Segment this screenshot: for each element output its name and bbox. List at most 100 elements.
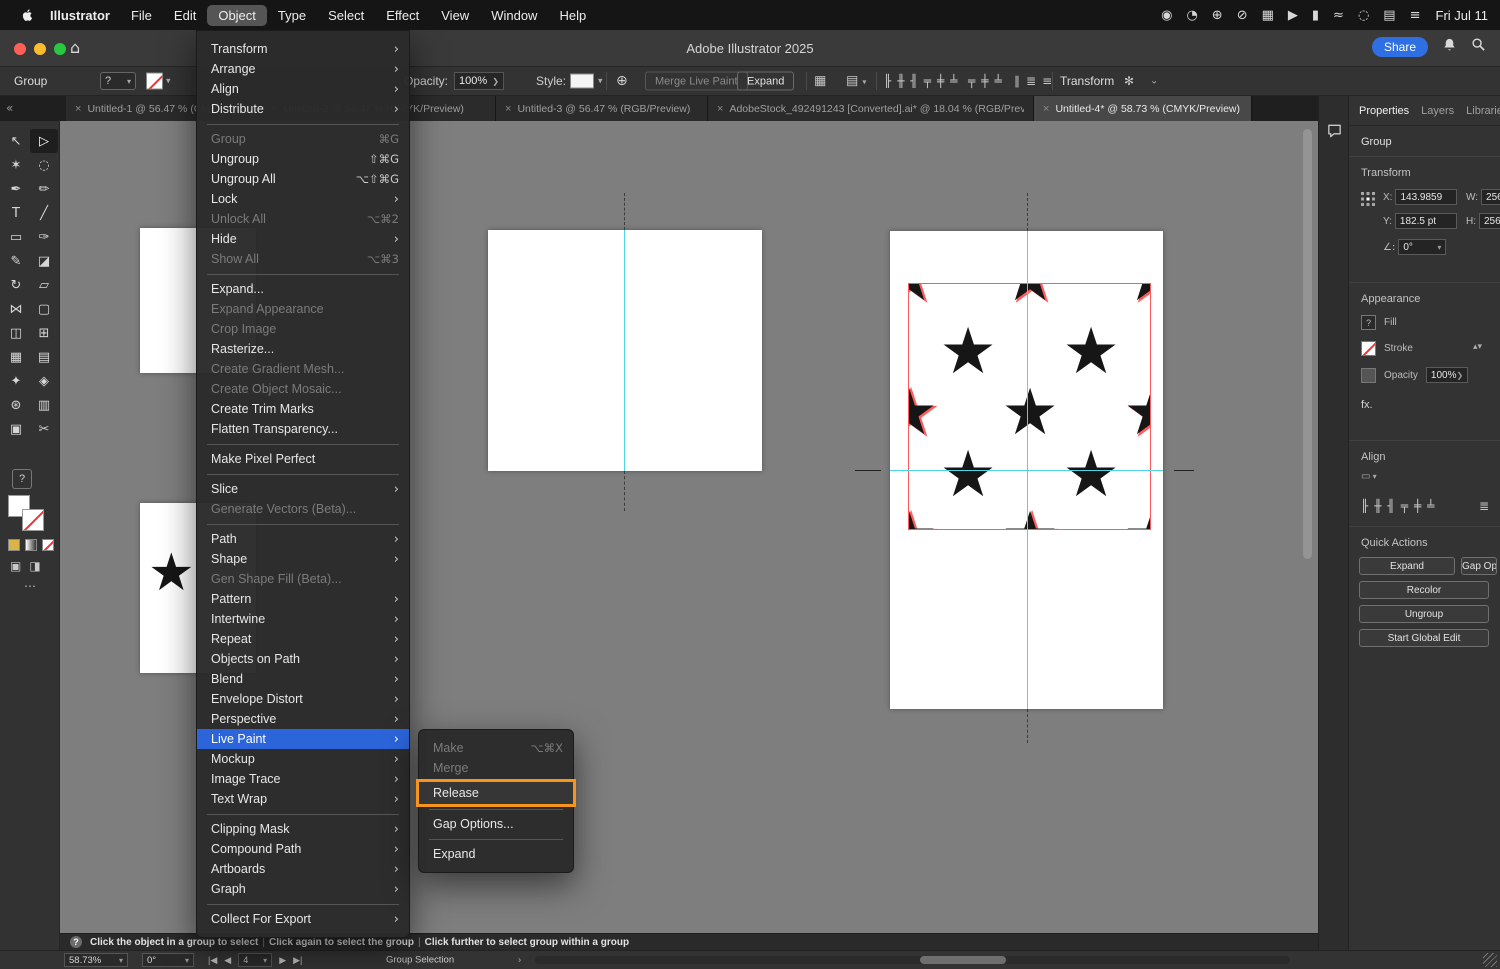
menu-item-flatten-transparency[interactable]: Flatten Transparency... xyxy=(197,419,409,439)
draw-normal-icon[interactable]: ▣ xyxy=(10,559,21,573)
column-graph-tool[interactable]: ▥ xyxy=(30,393,58,417)
control-center-icon[interactable]: ▤ xyxy=(1383,8,1395,23)
panel-tab-layers[interactable]: Layers xyxy=(1421,105,1454,117)
distribute-spacing-icon[interactable]: ≡ xyxy=(1042,74,1052,88)
selection-tool[interactable]: ↖ xyxy=(2,129,30,153)
menu-item-make-pixel-perfect[interactable]: Make Pixel Perfect xyxy=(197,449,409,469)
menu-item-repeat[interactable]: Repeat› xyxy=(197,629,409,649)
menu-item-align[interactable]: Align› xyxy=(197,79,409,99)
menu-item-rasterize[interactable]: Rasterize... xyxy=(197,339,409,359)
blend-tool[interactable]: ◈ xyxy=(30,369,58,393)
menu-item-distribute[interactable]: Distribute› xyxy=(197,99,409,119)
star-shape[interactable]: ★ xyxy=(1123,504,1151,530)
star-shape[interactable]: ★ xyxy=(1001,381,1058,445)
menu-item-collect-for-export[interactable]: Collect For Export› xyxy=(197,909,409,929)
menu-item-image-trace[interactable]: Image Trace› xyxy=(197,769,409,789)
previous-artboard-icon[interactable]: ◀ xyxy=(224,955,231,966)
document-tab-untitled-3[interactable]: ×Untitled-3 @ 56.47 % (RGB/Preview) xyxy=(496,96,708,121)
align-h-center-icon[interactable]: ╫ xyxy=(1374,499,1381,513)
reference-point-icon[interactable] xyxy=(1360,191,1376,212)
check-circle-icon[interactable]: ⊘ xyxy=(1237,8,1248,23)
menu-item-transform[interactable]: Transform› xyxy=(197,39,409,59)
star-shape[interactable]: ★ xyxy=(1062,320,1119,384)
collapse-panel-icon[interactable]: « xyxy=(6,101,13,115)
align-left-icon[interactable]: ╟ xyxy=(884,74,891,88)
next-artboard-icon[interactable]: ▶ xyxy=(279,955,286,966)
quick-action-ungroup[interactable]: Ungroup xyxy=(1359,605,1489,623)
distribute-vertical-icon[interactable]: ≣ xyxy=(1026,74,1036,88)
fx-button[interactable]: fx. xyxy=(1361,399,1373,411)
opacity-input[interactable]: 100% ❯ xyxy=(454,72,504,90)
scale-tool[interactable]: ▱ xyxy=(30,273,58,297)
rotation-dropdown[interactable]: 0° ▾ xyxy=(142,953,194,967)
menu-item-compound-path[interactable]: Compound Path› xyxy=(197,839,409,859)
quick-action-recolor[interactable]: Recolor xyxy=(1359,581,1489,599)
star-shape[interactable]: ★ xyxy=(1062,443,1119,507)
star-shape[interactable]: ★ xyxy=(908,504,938,530)
color-swatch[interactable] xyxy=(8,539,20,551)
artboard-number-dropdown[interactable]: 4 ▾ xyxy=(238,953,272,967)
help-dropdown[interactable]: ? ▾ xyxy=(100,72,136,90)
paintbrush-tool[interactable]: ✑ xyxy=(30,225,58,249)
document-tab-untitled-4[interactable]: ×Untitled-4* @ 58.73 % (CMYK/Preview) xyxy=(1034,96,1252,121)
align-v-center-icon[interactable]: ╪ xyxy=(937,74,944,88)
lasso-tool[interactable]: ◌ xyxy=(30,153,58,177)
expand-button[interactable]: Expand xyxy=(737,72,794,91)
app-switcher-icon[interactable]: ≡ xyxy=(1410,8,1421,23)
stroke-color-swatch[interactable] xyxy=(146,73,163,90)
magic-wand-tool[interactable]: ✶ xyxy=(2,153,30,177)
type-tool[interactable]: T xyxy=(2,201,30,225)
chevron-right-icon[interactable]: › xyxy=(518,955,521,966)
align-top-icon[interactable]: ╤ xyxy=(1401,499,1408,513)
slice-tool[interactable]: ✂ xyxy=(30,417,58,441)
align-h-center-icon[interactable]: ╫ xyxy=(897,74,904,88)
star-shape[interactable]: ★ xyxy=(908,381,938,445)
edit-toolbar-ellipsis-icon[interactable]: ⋯ xyxy=(24,579,36,593)
align-top-icon[interactable]: ╤ xyxy=(968,74,975,88)
align-right-icon[interactable]: ╢ xyxy=(910,74,917,88)
align-to-dropdown[interactable]: ▭ ▾ xyxy=(1361,471,1377,482)
notifications-bell-icon[interactable] xyxy=(1442,37,1457,57)
opacity-swatch[interactable] xyxy=(1361,368,1376,383)
align-v-center-icon[interactable]: ╪ xyxy=(1414,499,1421,513)
menu-item-blend[interactable]: Blend› xyxy=(197,669,409,689)
gradient-tool[interactable]: ▤ xyxy=(30,345,58,369)
distribute-icon[interactable]: ≣ xyxy=(1479,499,1489,513)
distribute-horizontal-icon[interactable]: ∥ xyxy=(1014,74,1020,88)
menu-item-mockup[interactable]: Mockup› xyxy=(197,749,409,769)
menu-item-text-wrap[interactable]: Text Wrap› xyxy=(197,789,409,809)
submenu-item-expand[interactable]: Expand xyxy=(419,844,573,864)
quick-action-gap-options[interactable]: Gap Options xyxy=(1461,557,1497,575)
chevron-down-icon[interactable]: ⌄ xyxy=(1150,76,1158,87)
search-icon[interactable] xyxy=(1471,37,1486,57)
apple-logo-icon[interactable] xyxy=(20,7,34,23)
quick-action-expand[interactable]: Expand xyxy=(1359,557,1455,575)
menu-item-create-trim-marks[interactable]: Create Trim Marks xyxy=(197,399,409,419)
menubar-item-view[interactable]: View xyxy=(430,5,480,26)
zoom-level-dropdown[interactable]: 58.73% ▾ xyxy=(64,953,128,967)
menubar-item-object[interactable]: Object xyxy=(207,5,267,26)
y-input[interactable]: 182.5 pt xyxy=(1395,213,1457,229)
screen-mode-icon[interactable]: ◨ xyxy=(29,559,40,573)
star-shape[interactable]: ★ xyxy=(1001,283,1058,311)
battery-icon[interactable]: ▮ xyxy=(1312,8,1319,23)
align-bottom-icon[interactable]: ╧ xyxy=(1427,499,1434,513)
menu-item-expand[interactable]: Expand... xyxy=(197,279,409,299)
star-shape[interactable]: ★ xyxy=(908,283,938,311)
menu-item-graph[interactable]: Graph› xyxy=(197,879,409,899)
tab-close-icon[interactable]: × xyxy=(717,103,723,115)
quick-action-start-global-edit[interactable]: Start Global Edit xyxy=(1359,629,1489,647)
align-top-icon[interactable]: ╤ xyxy=(924,74,931,88)
scrollbar-thumb[interactable] xyxy=(1303,129,1312,559)
shaper-tool[interactable]: ✎ xyxy=(2,249,30,273)
free-transform-tool[interactable]: ▢ xyxy=(30,297,58,321)
menubar-item-type[interactable]: Type xyxy=(267,5,317,26)
menu-item-objects-on-path[interactable]: Objects on Path› xyxy=(197,649,409,669)
menu-item-clipping-mask[interactable]: Clipping Mask› xyxy=(197,819,409,839)
menu-item-arrange[interactable]: Arrange› xyxy=(197,59,409,79)
last-artboard-icon[interactable]: ▶| xyxy=(293,955,302,966)
menubar-item-select[interactable]: Select xyxy=(317,5,375,26)
align-right-icon[interactable]: ╢ xyxy=(1387,499,1394,513)
align-bottom-icon[interactable]: ╧ xyxy=(950,74,957,88)
none-swatch[interactable] xyxy=(42,539,54,551)
